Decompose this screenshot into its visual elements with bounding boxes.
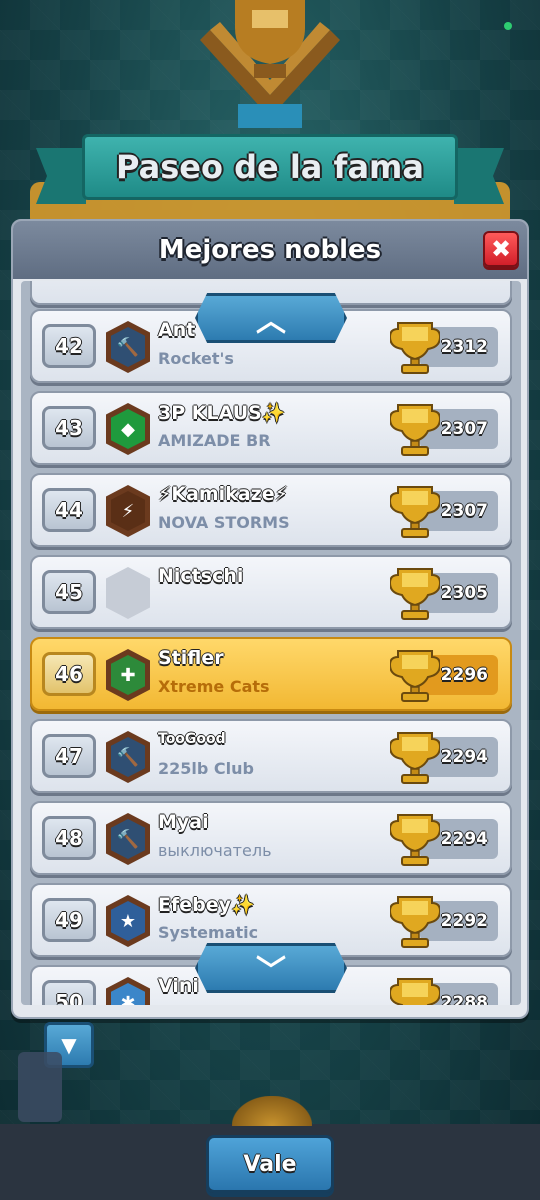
blue-hammer-icon: 🔨 bbox=[111, 737, 145, 777]
status-indicator bbox=[504, 22, 512, 30]
trophy-icon bbox=[390, 732, 440, 784]
leaderboard-panel: Mejores nobles ✖ 42 🔨 Ant Rocket's 2312 43 ◆ 3P… bbox=[11, 219, 529, 1019]
panel-title: Mejores nobles bbox=[158, 235, 382, 265]
chevron-up-icon: ︿ bbox=[256, 304, 286, 339]
trophy-emblem-icon bbox=[200, 0, 340, 128]
green-cross-icon: ✚ bbox=[111, 655, 145, 695]
player-name: Vini bbox=[158, 975, 199, 997]
rank-number: 50 bbox=[42, 980, 96, 1005]
table-row[interactable]: 47 🔨 TooGood 225lb Club 2294 bbox=[30, 719, 512, 793]
lightning-icon: ⚡ bbox=[111, 491, 145, 531]
table-row-current-player[interactable]: 46 ✚ Stifler Xtreme Cats 2296 bbox=[30, 637, 512, 711]
rank-number: 46 bbox=[42, 652, 96, 696]
player-name: Stifler bbox=[158, 647, 224, 669]
player-name: TooGood bbox=[158, 731, 226, 747]
clan-badge-icon: ⚡ bbox=[106, 485, 150, 537]
trophy-icon bbox=[390, 404, 440, 456]
player-name: Myai bbox=[158, 811, 209, 833]
blue-hammer-icon: 🔨 bbox=[111, 327, 145, 367]
player-name: Ant bbox=[158, 319, 196, 341]
table-row[interactable]: 45 Nictschi 2305 bbox=[30, 555, 512, 629]
leaderboard-list[interactable]: 42 🔨 Ant Rocket's 2312 43 ◆ 3P KLAUS✨ AMIZADE BR… bbox=[21, 281, 521, 1005]
clan-name: Rocket's bbox=[158, 349, 234, 368]
banner-plate: Paseo de la fama bbox=[82, 134, 458, 200]
trophy-icon bbox=[390, 978, 440, 1005]
clan-badge-icon: ✱ bbox=[106, 977, 150, 1005]
clan-name: Xtreme Cats bbox=[158, 677, 270, 696]
star-icon: ★ bbox=[111, 901, 145, 941]
trophy-icon bbox=[390, 568, 440, 620]
blue-hammer-icon: 🔨 bbox=[111, 819, 145, 859]
clan-badge-icon bbox=[106, 567, 150, 619]
banner-ribbon-right bbox=[454, 148, 504, 204]
rank-number: 44 bbox=[42, 488, 96, 532]
clan-badge-icon: 🔨 bbox=[106, 321, 150, 373]
clan-name: AMIZADE BR bbox=[158, 431, 271, 450]
bottom-emblem-icon bbox=[232, 1096, 312, 1126]
rank-number: 45 bbox=[42, 570, 96, 614]
brazil-flag-icon: ◆ bbox=[111, 409, 145, 449]
player-name: Nictschi bbox=[158, 565, 244, 587]
clan-badge-icon: 🔨 bbox=[106, 813, 150, 865]
trophy-icon bbox=[390, 322, 440, 374]
panel-header: Mejores nobles ✖ bbox=[13, 221, 527, 279]
clan-name: NOVA STORMS bbox=[158, 513, 290, 532]
trophy-icon bbox=[390, 650, 440, 702]
trophy-icon bbox=[390, 814, 440, 866]
scroll-down-button[interactable]: ﹀ bbox=[195, 943, 347, 993]
clan-name: 225lb Club bbox=[158, 759, 254, 778]
clan-badge-icon: ◆ bbox=[106, 403, 150, 455]
rank-number: 48 bbox=[42, 816, 96, 860]
clan-badge-icon: ★ bbox=[106, 895, 150, 947]
avatar bbox=[18, 1052, 62, 1122]
rank-number: 43 bbox=[42, 406, 96, 450]
ok-button[interactable]: Vale bbox=[206, 1135, 334, 1193]
banner-title: Paseo de la fama bbox=[116, 148, 424, 186]
chevron-down-icon: ▼ bbox=[61, 1033, 77, 1057]
rank-number: 49 bbox=[42, 898, 96, 942]
player-name: 3P KLAUS✨ bbox=[158, 402, 286, 424]
chevron-down-icon: ﹀ bbox=[256, 954, 286, 989]
table-row[interactable]: 43 ◆ 3P KLAUS✨ AMIZADE BR 2307 bbox=[30, 391, 512, 465]
table-row[interactable]: 44 ⚡ ⚡Kamikaze⚡ NOVA STORMS 2307 bbox=[30, 473, 512, 547]
player-name: ⚡Kamikaze⚡ bbox=[158, 483, 288, 505]
player-name: Efebey✨ bbox=[158, 894, 255, 916]
close-icon: ✖ bbox=[490, 235, 512, 263]
rank-number: 47 bbox=[42, 734, 96, 778]
banner-ribbon-left bbox=[36, 148, 86, 204]
snowflake-icon: ✱ bbox=[111, 983, 145, 1005]
table-row[interactable]: 48 🔨 Myai выключатель 2294 bbox=[30, 801, 512, 875]
clan-name: Systematic bbox=[158, 923, 259, 942]
hall-of-fame-banner: Paseo de la fama bbox=[30, 128, 510, 228]
trophy-icon bbox=[390, 486, 440, 538]
clan-badge-icon: ✚ bbox=[106, 649, 150, 701]
scroll-up-button[interactable]: ︿ bbox=[195, 293, 347, 343]
rank-number: 42 bbox=[42, 324, 96, 368]
clan-name: выключатель bbox=[158, 841, 272, 860]
trophy-icon bbox=[390, 896, 440, 948]
clan-badge-icon: 🔨 bbox=[106, 731, 150, 783]
close-button[interactable]: ✖ bbox=[483, 231, 519, 267]
